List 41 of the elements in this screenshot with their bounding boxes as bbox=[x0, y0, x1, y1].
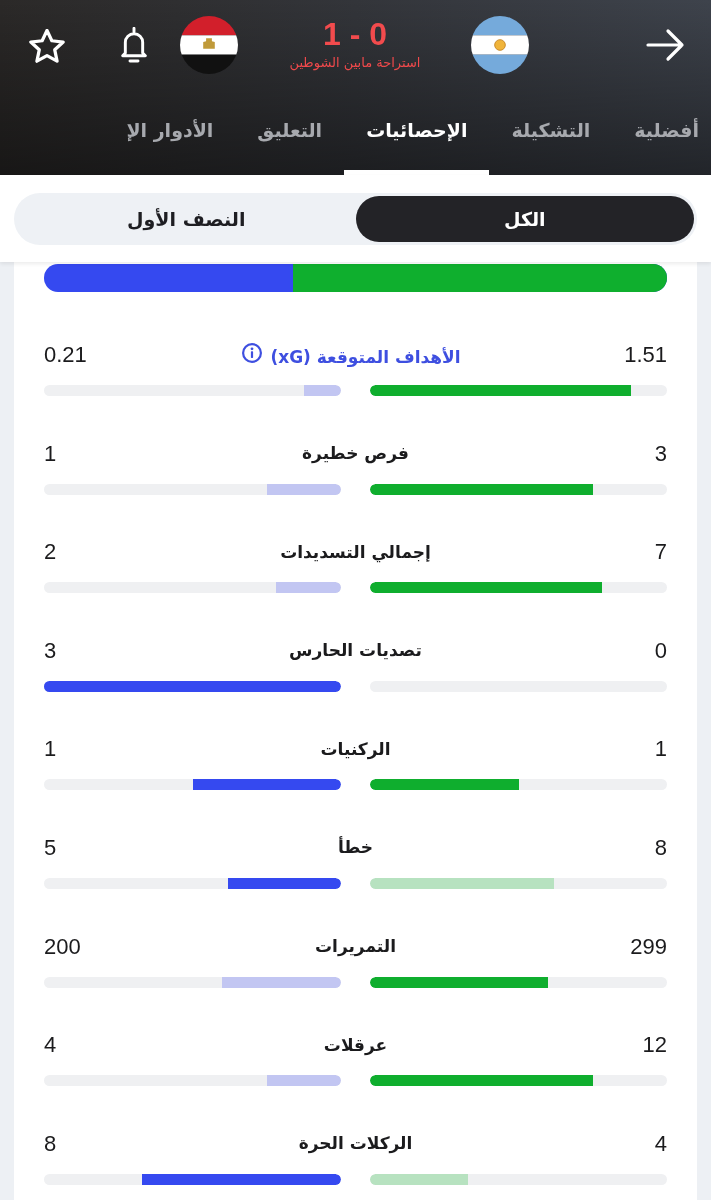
stat-value: 0 bbox=[654, 636, 667, 665]
stat-label: عرقلات bbox=[323, 1034, 388, 1055]
stat-value: 12 bbox=[642, 1031, 667, 1060]
stat-value: 4 bbox=[654, 1129, 667, 1158]
stat-value: 0.21 bbox=[44, 341, 87, 369]
stat-value: 3 bbox=[654, 439, 667, 468]
period-tab[interactable]: الكل bbox=[355, 196, 694, 242]
stat-value: 3 bbox=[44, 636, 57, 665]
stat-value: 2 bbox=[44, 538, 57, 567]
info-icon[interactable] bbox=[242, 342, 263, 363]
stat-label: التمريرات bbox=[315, 936, 396, 957]
stat-label: تصديات الحارس bbox=[289, 640, 422, 661]
stat-label: فرص خطيرة bbox=[302, 443, 409, 464]
stat-value: 4 bbox=[44, 1031, 57, 1060]
tab[interactable]: التشكيلة bbox=[489, 90, 613, 175]
tab[interactable]: أفضلية bbox=[612, 90, 711, 175]
period-tab[interactable]: النصف الأول bbox=[17, 196, 356, 242]
stat-value: 8 bbox=[44, 1129, 57, 1158]
stat-label: الركلات الحرة bbox=[298, 1133, 413, 1154]
stat-value: 7 bbox=[654, 538, 667, 567]
stat-value: 5 bbox=[44, 833, 57, 862]
stat-value: 200 bbox=[44, 932, 81, 961]
tab[interactable]: الأدوار الإ bbox=[126, 90, 236, 175]
stat-value: 1 bbox=[654, 735, 667, 764]
stat-value: 1.51 bbox=[624, 341, 667, 369]
star-icon[interactable] bbox=[29, 29, 65, 63]
stat-label: الأهداف المتوقعة (xG) bbox=[270, 346, 461, 367]
match-score: 1 - 0 bbox=[323, 15, 387, 53]
match-status: استراحة مابين الشوطين bbox=[289, 54, 421, 73]
stat-value: 8 bbox=[654, 833, 667, 862]
stat-value: 1 bbox=[44, 439, 57, 468]
tab[interactable]: التعليق bbox=[235, 90, 345, 175]
arrow-icon[interactable] bbox=[645, 28, 686, 62]
stat-value: 299 bbox=[630, 932, 667, 961]
flag-icon bbox=[471, 16, 529, 74]
flag-icon bbox=[180, 16, 238, 74]
bell-icon[interactable] bbox=[120, 27, 148, 63]
stat-value: 1 bbox=[44, 735, 57, 764]
stat-label: إجمالي التسديدات bbox=[280, 541, 431, 562]
stat-label: الركنيات bbox=[320, 738, 391, 759]
stat-label: خطأ bbox=[337, 837, 374, 858]
